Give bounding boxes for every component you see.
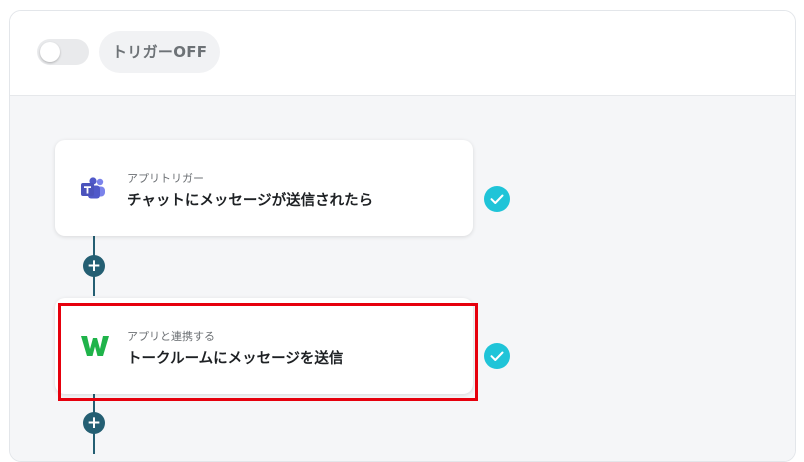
add-step-button[interactable]: + bbox=[83, 412, 105, 434]
step-title: チャットにメッセージが送信されたら bbox=[127, 193, 374, 209]
add-step-button[interactable]: + bbox=[83, 255, 105, 277]
step-complete-check-icon bbox=[484, 343, 510, 369]
step-subtitle: アプリトリガー bbox=[127, 172, 204, 185]
step-complete-check-icon bbox=[484, 186, 510, 212]
highlight-box bbox=[58, 303, 478, 401]
flow-canvas: アプリトリガー チャットにメッセージが送信されたら + アプリと連携する トーク… bbox=[10, 96, 795, 461]
workflow-header: トリガーOFF bbox=[10, 11, 795, 96]
trigger-toggle[interactable] bbox=[37, 39, 89, 65]
trigger-status-label: トリガーOFF bbox=[99, 31, 221, 73]
workflow-editor: トリガーOFF アプリトリガー チャットにメッセージが送信されたら + アプリと… bbox=[9, 10, 796, 462]
flow-step-card-trigger[interactable]: アプリトリガー チャットにメッセージが送信されたら bbox=[55, 140, 473, 236]
microsoft-teams-icon bbox=[80, 177, 106, 205]
toggle-knob bbox=[40, 42, 60, 62]
